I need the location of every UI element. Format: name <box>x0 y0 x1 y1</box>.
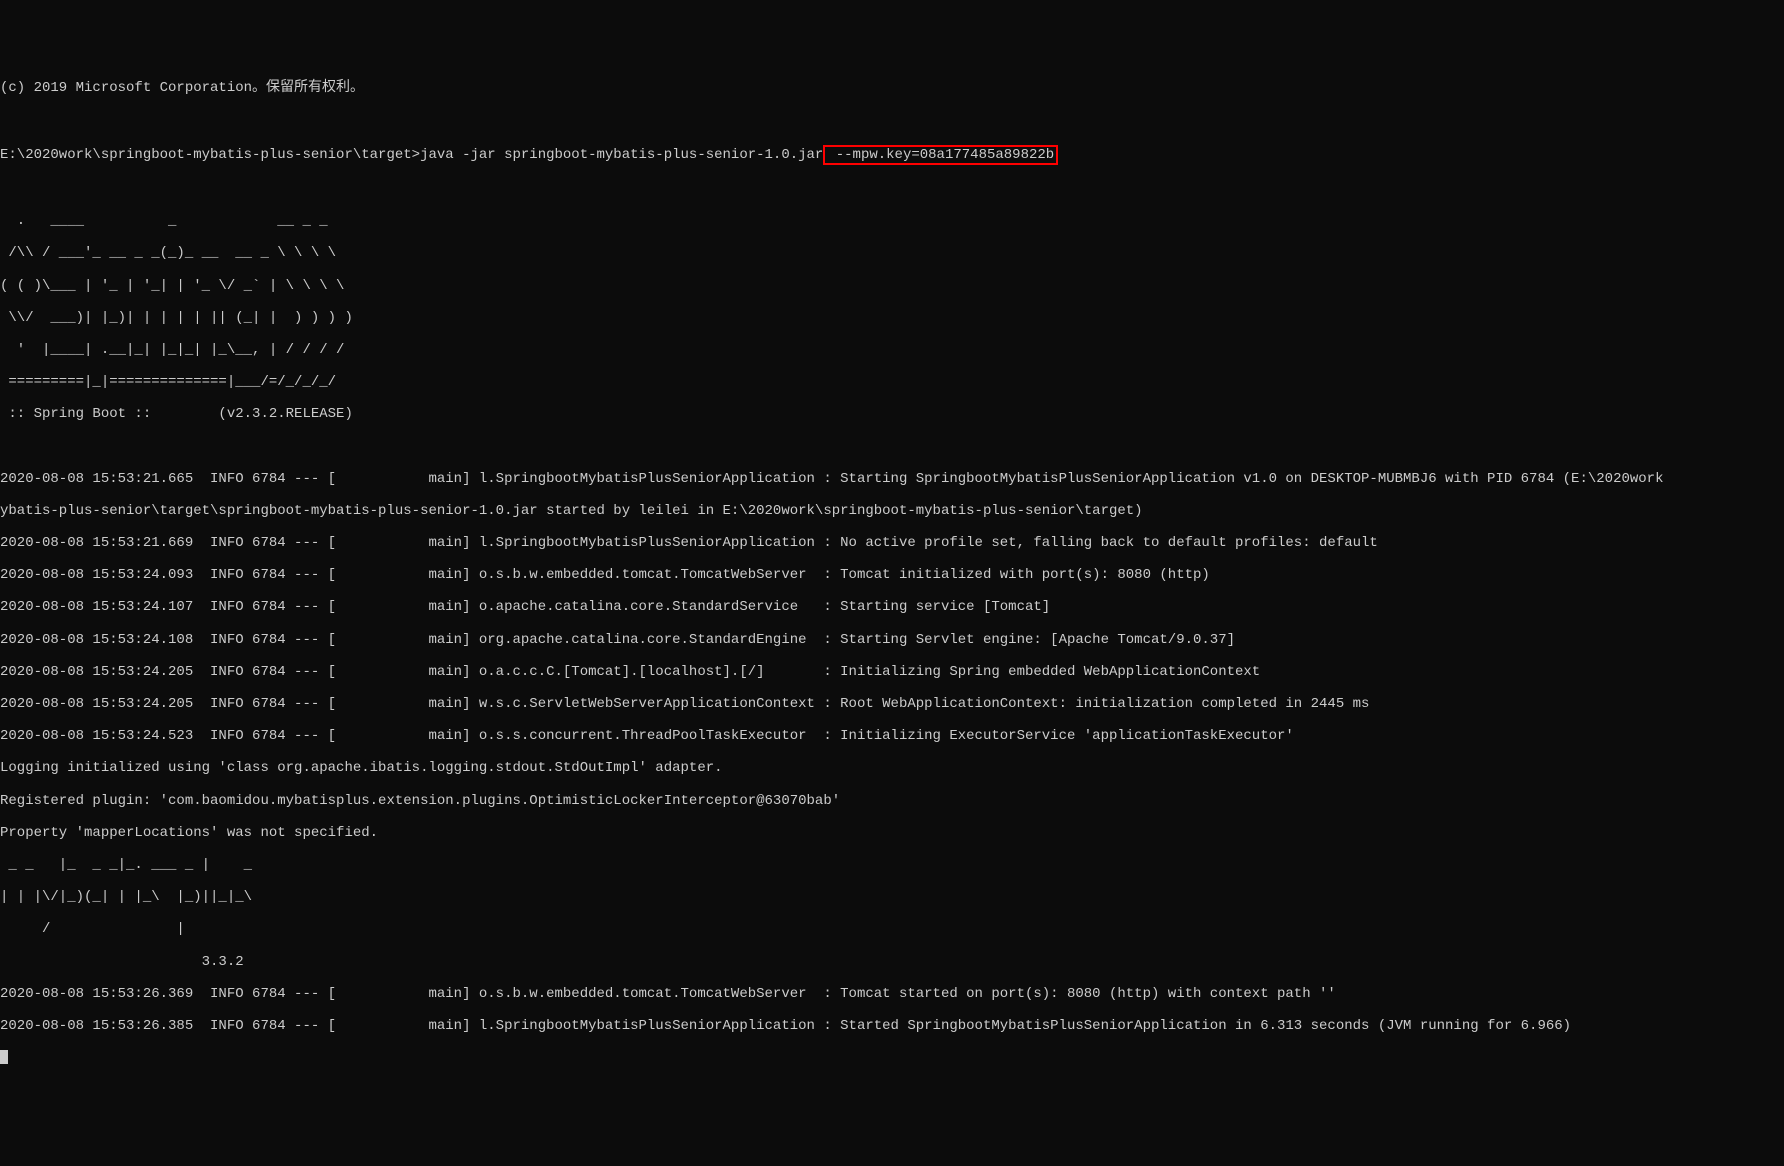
log-line: 2020-08-08 15:53:26.369 INFO 6784 --- [ … <box>0 986 1784 1002</box>
log-line: 2020-08-08 15:53:24.205 INFO 6784 --- [ … <box>0 696 1784 712</box>
cursor-line <box>0 1050 1784 1069</box>
log-line: ybatis-plus-senior\target\springboot-myb… <box>0 503 1784 519</box>
spring-boot-version-line: :: Spring Boot :: (v2.3.2.RELEASE) <box>0 406 1784 422</box>
log-line: 2020-08-08 15:53:24.107 INFO 6784 --- [ … <box>0 599 1784 615</box>
cursor-icon <box>0 1050 8 1064</box>
mybatis-version-line: 3.3.2 <box>0 954 1784 970</box>
log-line: 2020-08-08 15:53:24.093 INFO 6784 --- [ … <box>0 567 1784 583</box>
spring-banner-line: ' |____| .__|_| |_|_| |_\__, | / / / / <box>0 342 1784 358</box>
log-line: Property 'mapperLocations' was not speci… <box>0 825 1784 841</box>
mybatis-banner-line: | | |\/|_)(_| | |_\ |_)||_|_\ <box>0 889 1784 905</box>
mybatis-banner-line: _ _ |_ _ _|_. ___ _ | _ <box>0 857 1784 873</box>
copyright-line: (c) 2019 Microsoft Corporation。保留所有权利。 <box>0 80 1784 96</box>
log-line: Registered plugin: 'com.baomidou.mybatis… <box>0 793 1784 809</box>
log-line: 2020-08-08 15:53:21.669 INFO 6784 --- [ … <box>0 535 1784 551</box>
log-line: 2020-08-08 15:53:21.665 INFO 6784 --- [ … <box>0 471 1784 487</box>
log-line: 2020-08-08 15:53:24.108 INFO 6784 --- [ … <box>0 632 1784 648</box>
blank-line <box>0 181 1784 197</box>
spring-banner-line: \\/ ___)| |_)| | | | | || (_| | ) ) ) ) <box>0 310 1784 326</box>
highlighted-argument: --mpw.key=08a177485a89822b <box>823 145 1058 165</box>
log-line: 2020-08-08 15:53:26.385 INFO 6784 --- [ … <box>0 1018 1784 1034</box>
terminal-window[interactable]: (c) 2019 Microsoft Corporation。保留所有权利。 E… <box>0 64 1784 1085</box>
log-line: Logging initialized using 'class org.apa… <box>0 760 1784 776</box>
log-line: 2020-08-08 15:53:24.523 INFO 6784 --- [ … <box>0 728 1784 744</box>
blank-line <box>0 113 1784 129</box>
spring-banner-line: /\\ / ___'_ __ _ _(_)_ __ __ _ \ \ \ \ <box>0 245 1784 261</box>
mybatis-banner-line: / | <box>0 921 1784 937</box>
spring-banner-line: =========|_|==============|___/=/_/_/_/ <box>0 374 1784 390</box>
spring-banner-line: ( ( )\___ | '_ | '_| | '_ \/ _` | \ \ \ … <box>0 278 1784 294</box>
blank-line <box>0 439 1784 455</box>
log-line: 2020-08-08 15:53:24.205 INFO 6784 --- [ … <box>0 664 1784 680</box>
command-line: E:\2020work\springboot-mybatis-plus-seni… <box>0 145 1784 165</box>
spring-banner-line: . ____ _ __ _ _ <box>0 213 1784 229</box>
command-prefix: E:\2020work\springboot-mybatis-plus-seni… <box>0 147 823 163</box>
